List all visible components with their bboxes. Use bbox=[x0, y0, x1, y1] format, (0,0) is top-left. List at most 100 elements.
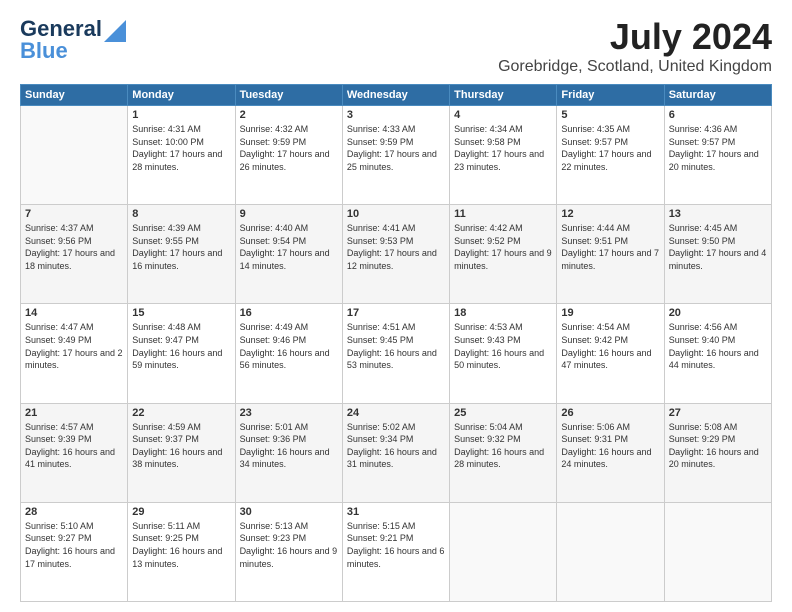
sunset-text: Sunset: 9:49 PM bbox=[25, 335, 92, 345]
calendar-cell: 18 Sunrise: 4:53 AM Sunset: 9:43 PM Dayl… bbox=[450, 304, 557, 403]
daylight-text: Daylight: 16 hours and 28 minutes. bbox=[454, 447, 544, 470]
calendar-cell: 21 Sunrise: 4:57 AM Sunset: 9:39 PM Dayl… bbox=[21, 403, 128, 502]
daylight-text: Daylight: 16 hours and 9 minutes. bbox=[240, 546, 338, 569]
day-info: Sunrise: 4:37 AM Sunset: 9:56 PM Dayligh… bbox=[25, 222, 123, 272]
day-number: 6 bbox=[669, 109, 767, 121]
sunset-text: Sunset: 9:55 PM bbox=[132, 236, 199, 246]
sunset-text: Sunset: 9:53 PM bbox=[347, 236, 414, 246]
day-info: Sunrise: 4:45 AM Sunset: 9:50 PM Dayligh… bbox=[669, 222, 767, 272]
sunset-text: Sunset: 9:50 PM bbox=[669, 236, 736, 246]
sunset-text: Sunset: 9:27 PM bbox=[25, 533, 92, 543]
sunset-text: Sunset: 9:46 PM bbox=[240, 335, 307, 345]
sunrise-text: Sunrise: 4:49 AM bbox=[240, 322, 309, 332]
sunset-text: Sunset: 9:57 PM bbox=[669, 137, 736, 147]
day-info: Sunrise: 5:10 AM Sunset: 9:27 PM Dayligh… bbox=[25, 520, 123, 570]
calendar-cell bbox=[557, 502, 664, 601]
header: General Blue July 2024 Gorebridge, Scotl… bbox=[20, 16, 772, 76]
daylight-text: Daylight: 17 hours and 23 minutes. bbox=[454, 149, 544, 172]
calendar-cell: 8 Sunrise: 4:39 AM Sunset: 9:55 PM Dayli… bbox=[128, 205, 235, 304]
sunrise-text: Sunrise: 4:57 AM bbox=[25, 422, 94, 432]
sunrise-text: Sunrise: 5:15 AM bbox=[347, 521, 416, 531]
sunrise-text: Sunrise: 4:33 AM bbox=[347, 124, 416, 134]
calendar-cell bbox=[450, 502, 557, 601]
calendar-cell: 7 Sunrise: 4:37 AM Sunset: 9:56 PM Dayli… bbox=[21, 205, 128, 304]
day-number: 15 bbox=[132, 307, 230, 319]
sunset-text: Sunset: 9:43 PM bbox=[454, 335, 521, 345]
daylight-text: Daylight: 17 hours and 9 minutes. bbox=[454, 248, 552, 271]
day-number: 8 bbox=[132, 208, 230, 220]
day-info: Sunrise: 4:44 AM Sunset: 9:51 PM Dayligh… bbox=[561, 222, 659, 272]
logo: General Blue bbox=[20, 16, 126, 64]
sunset-text: Sunset: 9:42 PM bbox=[561, 335, 628, 345]
day-number: 24 bbox=[347, 407, 445, 419]
day-number: 23 bbox=[240, 407, 338, 419]
sunrise-text: Sunrise: 5:11 AM bbox=[132, 521, 200, 531]
daylight-text: Daylight: 16 hours and 20 minutes. bbox=[669, 447, 759, 470]
sunrise-text: Sunrise: 4:47 AM bbox=[25, 322, 94, 332]
day-number: 9 bbox=[240, 208, 338, 220]
sunrise-text: Sunrise: 4:31 AM bbox=[132, 124, 201, 134]
day-number: 12 bbox=[561, 208, 659, 220]
page-subtitle: Gorebridge, Scotland, United Kingdom bbox=[498, 58, 772, 76]
sunrise-text: Sunrise: 4:37 AM bbox=[25, 223, 94, 233]
sunset-text: Sunset: 9:39 PM bbox=[25, 434, 92, 444]
day-number: 25 bbox=[454, 407, 552, 419]
calendar-cell: 11 Sunrise: 4:42 AM Sunset: 9:52 PM Dayl… bbox=[450, 205, 557, 304]
day-info: Sunrise: 4:32 AM Sunset: 9:59 PM Dayligh… bbox=[240, 123, 338, 173]
day-info: Sunrise: 5:13 AM Sunset: 9:23 PM Dayligh… bbox=[240, 520, 338, 570]
daylight-text: Daylight: 17 hours and 2 minutes. bbox=[25, 348, 123, 371]
sunrise-text: Sunrise: 5:13 AM bbox=[240, 521, 309, 531]
calendar-cell: 5 Sunrise: 4:35 AM Sunset: 9:57 PM Dayli… bbox=[557, 106, 664, 205]
day-info: Sunrise: 4:57 AM Sunset: 9:39 PM Dayligh… bbox=[25, 421, 123, 471]
sunset-text: Sunset: 9:29 PM bbox=[669, 434, 736, 444]
daylight-text: Daylight: 16 hours and 50 minutes. bbox=[454, 348, 544, 371]
calendar-cell: 10 Sunrise: 4:41 AM Sunset: 9:53 PM Dayl… bbox=[342, 205, 449, 304]
day-info: Sunrise: 4:53 AM Sunset: 9:43 PM Dayligh… bbox=[454, 321, 552, 371]
sunset-text: Sunset: 9:31 PM bbox=[561, 434, 628, 444]
daylight-text: Daylight: 16 hours and 34 minutes. bbox=[240, 447, 330, 470]
logo-icon bbox=[104, 20, 126, 42]
day-number: 3 bbox=[347, 109, 445, 121]
day-info: Sunrise: 4:54 AM Sunset: 9:42 PM Dayligh… bbox=[561, 321, 659, 371]
day-info: Sunrise: 4:36 AM Sunset: 9:57 PM Dayligh… bbox=[669, 123, 767, 173]
sunrise-text: Sunrise: 4:48 AM bbox=[132, 322, 201, 332]
daylight-text: Daylight: 16 hours and 17 minutes. bbox=[25, 546, 115, 569]
day-info: Sunrise: 5:04 AM Sunset: 9:32 PM Dayligh… bbox=[454, 421, 552, 471]
day-number: 5 bbox=[561, 109, 659, 121]
calendar-cell: 30 Sunrise: 5:13 AM Sunset: 9:23 PM Dayl… bbox=[235, 502, 342, 601]
calendar-header-row: Sunday Monday Tuesday Wednesday Thursday… bbox=[21, 85, 772, 106]
daylight-text: Daylight: 16 hours and 38 minutes. bbox=[132, 447, 222, 470]
day-info: Sunrise: 5:08 AM Sunset: 9:29 PM Dayligh… bbox=[669, 421, 767, 471]
day-info: Sunrise: 5:11 AM Sunset: 9:25 PM Dayligh… bbox=[132, 520, 230, 570]
title-block: July 2024 Gorebridge, Scotland, United K… bbox=[498, 16, 772, 76]
calendar-cell: 27 Sunrise: 5:08 AM Sunset: 9:29 PM Dayl… bbox=[664, 403, 771, 502]
sunset-text: Sunset: 9:58 PM bbox=[454, 137, 521, 147]
day-info: Sunrise: 4:41 AM Sunset: 9:53 PM Dayligh… bbox=[347, 222, 445, 272]
day-number: 30 bbox=[240, 506, 338, 518]
sunrise-text: Sunrise: 4:40 AM bbox=[240, 223, 309, 233]
day-number: 7 bbox=[25, 208, 123, 220]
calendar-cell: 31 Sunrise: 5:15 AM Sunset: 9:21 PM Dayl… bbox=[342, 502, 449, 601]
day-number: 19 bbox=[561, 307, 659, 319]
sunrise-text: Sunrise: 5:01 AM bbox=[240, 422, 309, 432]
logo-blue: Blue bbox=[20, 38, 68, 64]
sunset-text: Sunset: 9:59 PM bbox=[240, 137, 307, 147]
day-info: Sunrise: 4:47 AM Sunset: 9:49 PM Dayligh… bbox=[25, 321, 123, 371]
day-number: 18 bbox=[454, 307, 552, 319]
day-number: 2 bbox=[240, 109, 338, 121]
sunrise-text: Sunrise: 4:42 AM bbox=[454, 223, 523, 233]
calendar-cell: 16 Sunrise: 4:49 AM Sunset: 9:46 PM Dayl… bbox=[235, 304, 342, 403]
col-wednesday: Wednesday bbox=[342, 85, 449, 106]
sunset-text: Sunset: 9:34 PM bbox=[347, 434, 414, 444]
sunset-text: Sunset: 9:23 PM bbox=[240, 533, 307, 543]
day-number: 27 bbox=[669, 407, 767, 419]
sunset-text: Sunset: 9:59 PM bbox=[347, 137, 414, 147]
calendar-cell: 26 Sunrise: 5:06 AM Sunset: 9:31 PM Dayl… bbox=[557, 403, 664, 502]
day-info: Sunrise: 4:59 AM Sunset: 9:37 PM Dayligh… bbox=[132, 421, 230, 471]
col-saturday: Saturday bbox=[664, 85, 771, 106]
day-info: Sunrise: 5:01 AM Sunset: 9:36 PM Dayligh… bbox=[240, 421, 338, 471]
sunrise-text: Sunrise: 4:51 AM bbox=[347, 322, 416, 332]
calendar-cell: 14 Sunrise: 4:47 AM Sunset: 9:49 PM Dayl… bbox=[21, 304, 128, 403]
day-number: 13 bbox=[669, 208, 767, 220]
sunrise-text: Sunrise: 4:59 AM bbox=[132, 422, 201, 432]
